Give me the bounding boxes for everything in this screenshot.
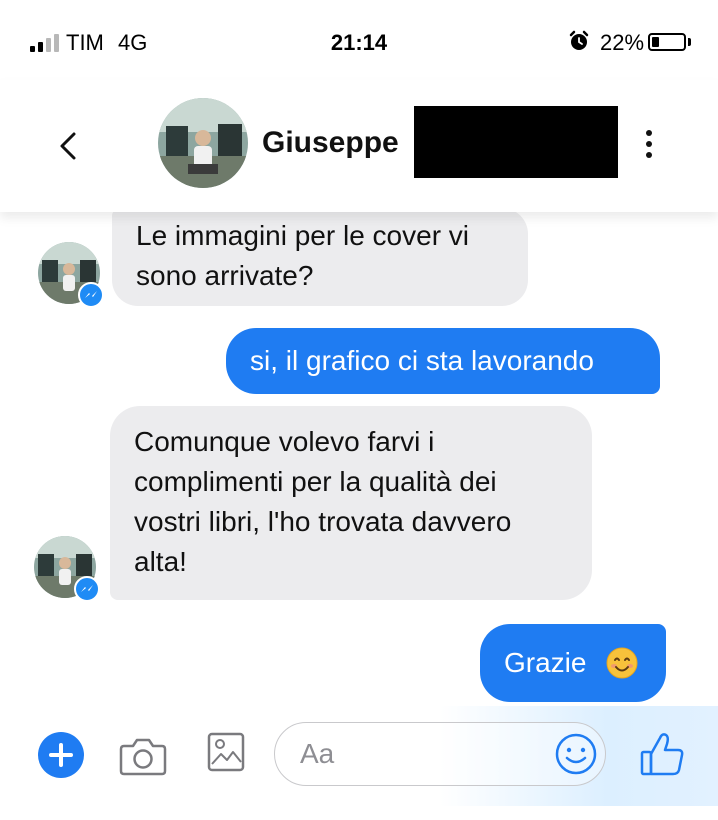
message-input-placeholder: Aa [300,738,335,769]
status-bar: TIM 4G 21:14 22% [0,0,718,80]
battery-icon [648,33,686,51]
contact-name[interactable]: Giuseppe [262,126,399,160]
thumbs-up-icon[interactable] [638,728,686,778]
image-icon[interactable] [206,730,246,774]
emoji-icon[interactable] [554,732,598,776]
chevron-left-icon[interactable] [52,126,86,166]
contact-avatar[interactable] [158,98,248,188]
message-line: sono arrivate? [136,260,314,291]
redaction-box [414,106,618,178]
message-bubble-incoming[interactable]: Comunque volevo farvi i complimenti per … [110,406,592,600]
message-bubble-outgoing[interactable]: Grazie [480,624,666,702]
smiling-face-emoji-icon [606,647,638,679]
message-bubble-outgoing[interactable]: si, il grafico ci sta lavorando [226,328,660,394]
conversation-header: Giuseppe [0,80,718,212]
message-line: vostri libri, l'ho trovata davvero [134,506,512,537]
alarm-clock-icon [569,30,589,50]
camera-icon[interactable] [118,732,168,778]
messenger-badge-icon [74,576,100,602]
message-line: alta! [134,546,187,577]
message-bubble-incoming[interactable]: Le immagini per le cover vi sono arrivat… [112,208,528,306]
message-line: Grazie [504,647,587,678]
plus-icon[interactable] [38,732,84,778]
messenger-conversation-screen: TIM 4G 21:14 22% Giuseppe Le immagini pe… [0,0,718,820]
message-line: si, il grafico ci sta lavorando [250,345,594,376]
battery-percentage: 22% [600,30,645,55]
messenger-badge-icon [78,282,104,308]
battery-level-fill [652,37,659,47]
message-line: Comunque volevo farvi i [134,426,435,457]
message-line: Le immagini per le cover vi [136,220,470,251]
battery-terminal [688,38,691,46]
message-line: complimenti per la qualità dei [134,466,497,497]
vertical-dots-icon[interactable] [640,130,658,164]
